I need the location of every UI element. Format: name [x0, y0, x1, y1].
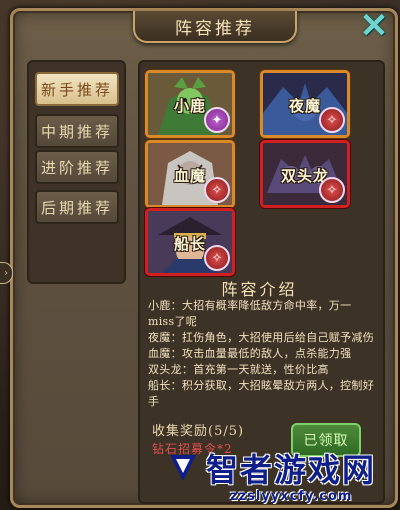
purple-class-icon: ✦: [204, 107, 230, 133]
hero-card-xiaolu[interactable]: 小鹿 ✦: [145, 70, 235, 138]
hero-card-xuemo[interactable]: 血魔 ✧: [145, 140, 235, 208]
intro-line: 船长：积分获取，大招眩晕敌方两人，控制好手: [148, 379, 374, 408]
intro-line: 双头龙：首充第一天就送，性价比高: [148, 363, 329, 376]
red-class-icon: ✧: [204, 245, 230, 271]
close-x-icon[interactable]: ✕: [358, 9, 390, 43]
tab-lategame[interactable]: 后期推荐: [35, 190, 119, 224]
intro-line: 夜魔：扛伤角色，大招使用后给自己赋予减伤: [148, 331, 374, 344]
tab-advanced[interactable]: 进阶推荐: [35, 150, 119, 184]
watermark-text: 智者游戏网: [206, 451, 377, 489]
red-class-icon: ✧: [204, 177, 230, 203]
hero-card-yemo[interactable]: 夜魔 ✧: [260, 70, 350, 138]
tab-midgame[interactable]: 中期推荐: [35, 114, 119, 148]
collection-reward-label: 收集奖励(5/5): [152, 424, 245, 439]
hero-card-chuanzhang[interactable]: 船长 ✧: [145, 208, 235, 276]
watermark-logo-icon: [170, 455, 196, 481]
hero-card-shuangtoulong[interactable]: 双头龙 ✧: [260, 140, 350, 208]
red-class-icon: ✧: [319, 177, 345, 203]
intro-line: 血魔：攻击血量最低的敌人，点杀能力强: [148, 347, 352, 360]
intro-line: 小鹿：大招有概率降低敌方命中率，万一miss了呢: [148, 299, 352, 328]
dialog-title: 阵容推荐: [133, 11, 297, 43]
lineup-intro-title: 阵容介绍: [221, 280, 298, 299]
tab-beginner[interactable]: 新手推荐: [35, 72, 119, 106]
lineup-intro-text: 小鹿：大招有概率降低敌方命中率，万一miss了呢 夜魔：扛伤角色，大招使用后给自…: [148, 298, 376, 410]
red-class-icon: ✧: [319, 107, 345, 133]
watermark-url: zzslyyxcfy.com: [230, 489, 353, 504]
site-watermark: 智者游戏网 zzslyyxcfy.com: [160, 445, 400, 510]
